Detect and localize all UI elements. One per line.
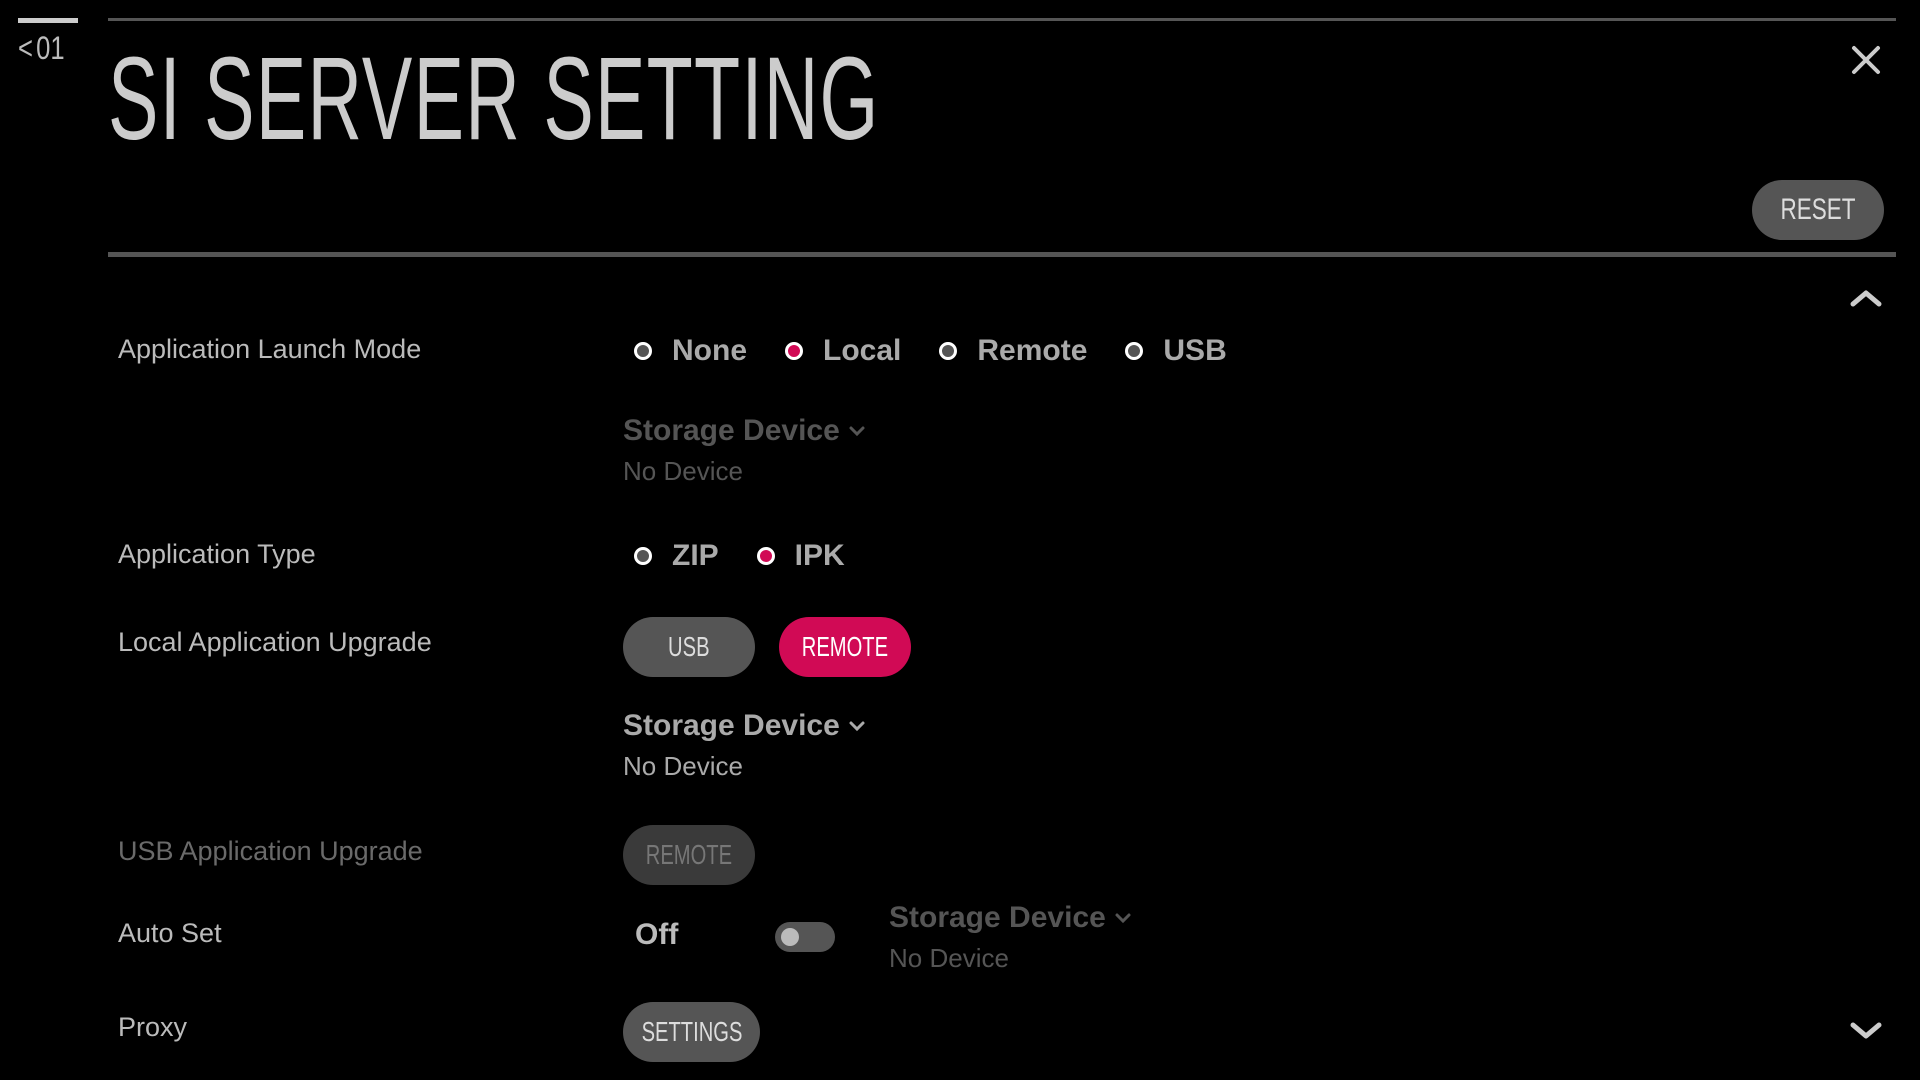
back-page-number: 01: [36, 30, 65, 66]
radio-label: None: [672, 334, 747, 367]
radio-launch-local[interactable]: Local: [785, 334, 901, 368]
auto-set-state: Off: [635, 918, 679, 951]
chevron-up-icon: [1850, 290, 1882, 307]
local-upgrade-label: Local Application Upgrade: [118, 627, 432, 657]
radio-launch-usb[interactable]: USB: [1125, 334, 1227, 368]
storage-device-dropdown[interactable]: Storage Device: [623, 709, 866, 743]
storage-device-label: Storage Device: [623, 709, 840, 742]
radio-dot: [634, 342, 652, 360]
storage-device-dropdown[interactable]: Storage Device: [889, 901, 1132, 935]
scroll-up-button[interactable]: [1849, 287, 1883, 309]
button-label: SETTINGS: [641, 1016, 742, 1047]
chevron-down-icon: [849, 426, 865, 437]
local-upgrade-usb-button[interactable]: USB: [623, 617, 755, 677]
scroll-down-button[interactable]: [1849, 1020, 1883, 1042]
button-label: USB: [668, 631, 710, 662]
auto-set-toggle[interactable]: [775, 922, 835, 952]
radio-dot: [1125, 342, 1144, 360]
back-button[interactable]: < 01: [18, 30, 65, 67]
proxy-label: Proxy: [118, 1012, 188, 1042]
button-label: REMOTE: [645, 839, 733, 870]
page-indicator-bar: [18, 18, 78, 23]
radio-label: USB: [1163, 334, 1227, 367]
proxy-settings-button[interactable]: SETTINGS: [623, 1002, 760, 1062]
chevron-down-icon: [1850, 1022, 1882, 1039]
radio-launch-remote[interactable]: Remote: [939, 334, 1087, 368]
launch-mode-radio-group: None Local Remote USB: [634, 334, 1265, 368]
storage-device-label: Storage Device: [889, 901, 1106, 934]
radio-label: Remote: [977, 334, 1088, 367]
close-icon: [1852, 46, 1880, 74]
radio-label: ZIP: [672, 539, 719, 572]
reset-button-label: RESET: [1780, 193, 1856, 226]
storage-device-label: Storage Device: [623, 414, 840, 447]
radio-dot: [756, 547, 775, 565]
radio-type-ipk[interactable]: IPK: [756, 539, 845, 573]
auto-set-label: Auto Set: [118, 918, 222, 948]
storage-device-dropdown[interactable]: Storage Device: [623, 414, 866, 448]
usb-upgrade-label: USB Application Upgrade: [118, 836, 423, 866]
radio-dot: [634, 547, 652, 565]
radio-launch-none[interactable]: None: [634, 334, 747, 368]
storage-device-value: No Device: [623, 751, 743, 781]
local-upgrade-storage-device: Storage Device No Device: [623, 709, 866, 782]
radio-label: IPK: [794, 539, 845, 572]
launch-mode-label: Application Launch Mode: [118, 334, 422, 364]
launch-storage-device: Storage Device No Device: [623, 414, 866, 487]
chevron-left-icon: <: [18, 30, 33, 66]
top-divider: [108, 18, 1896, 21]
chevron-down-icon: [1115, 913, 1131, 924]
auto-set-storage-device: Storage Device No Device: [889, 901, 1132, 974]
storage-device-value: No Device: [623, 456, 743, 486]
usb-upgrade-remote-button[interactable]: REMOTE: [623, 825, 755, 885]
local-upgrade-remote-button[interactable]: REMOTE: [779, 617, 911, 677]
toggle-knob: [781, 928, 799, 946]
radio-type-zip[interactable]: ZIP: [634, 539, 719, 573]
app-type-radio-group: ZIP IPK: [634, 539, 883, 573]
radio-dot: [939, 342, 958, 360]
app-type-label: Application Type: [118, 539, 316, 569]
close-button[interactable]: [1848, 42, 1884, 78]
chevron-down-icon: [849, 721, 865, 732]
radio-label: Local: [823, 334, 902, 367]
header-divider: [108, 252, 1896, 257]
reset-button[interactable]: RESET: [1752, 180, 1884, 240]
button-label: REMOTE: [801, 631, 889, 662]
storage-device-value: No Device: [889, 943, 1009, 973]
radio-dot: [785, 342, 803, 360]
page-title: SI SERVER SETTING: [108, 33, 880, 165]
